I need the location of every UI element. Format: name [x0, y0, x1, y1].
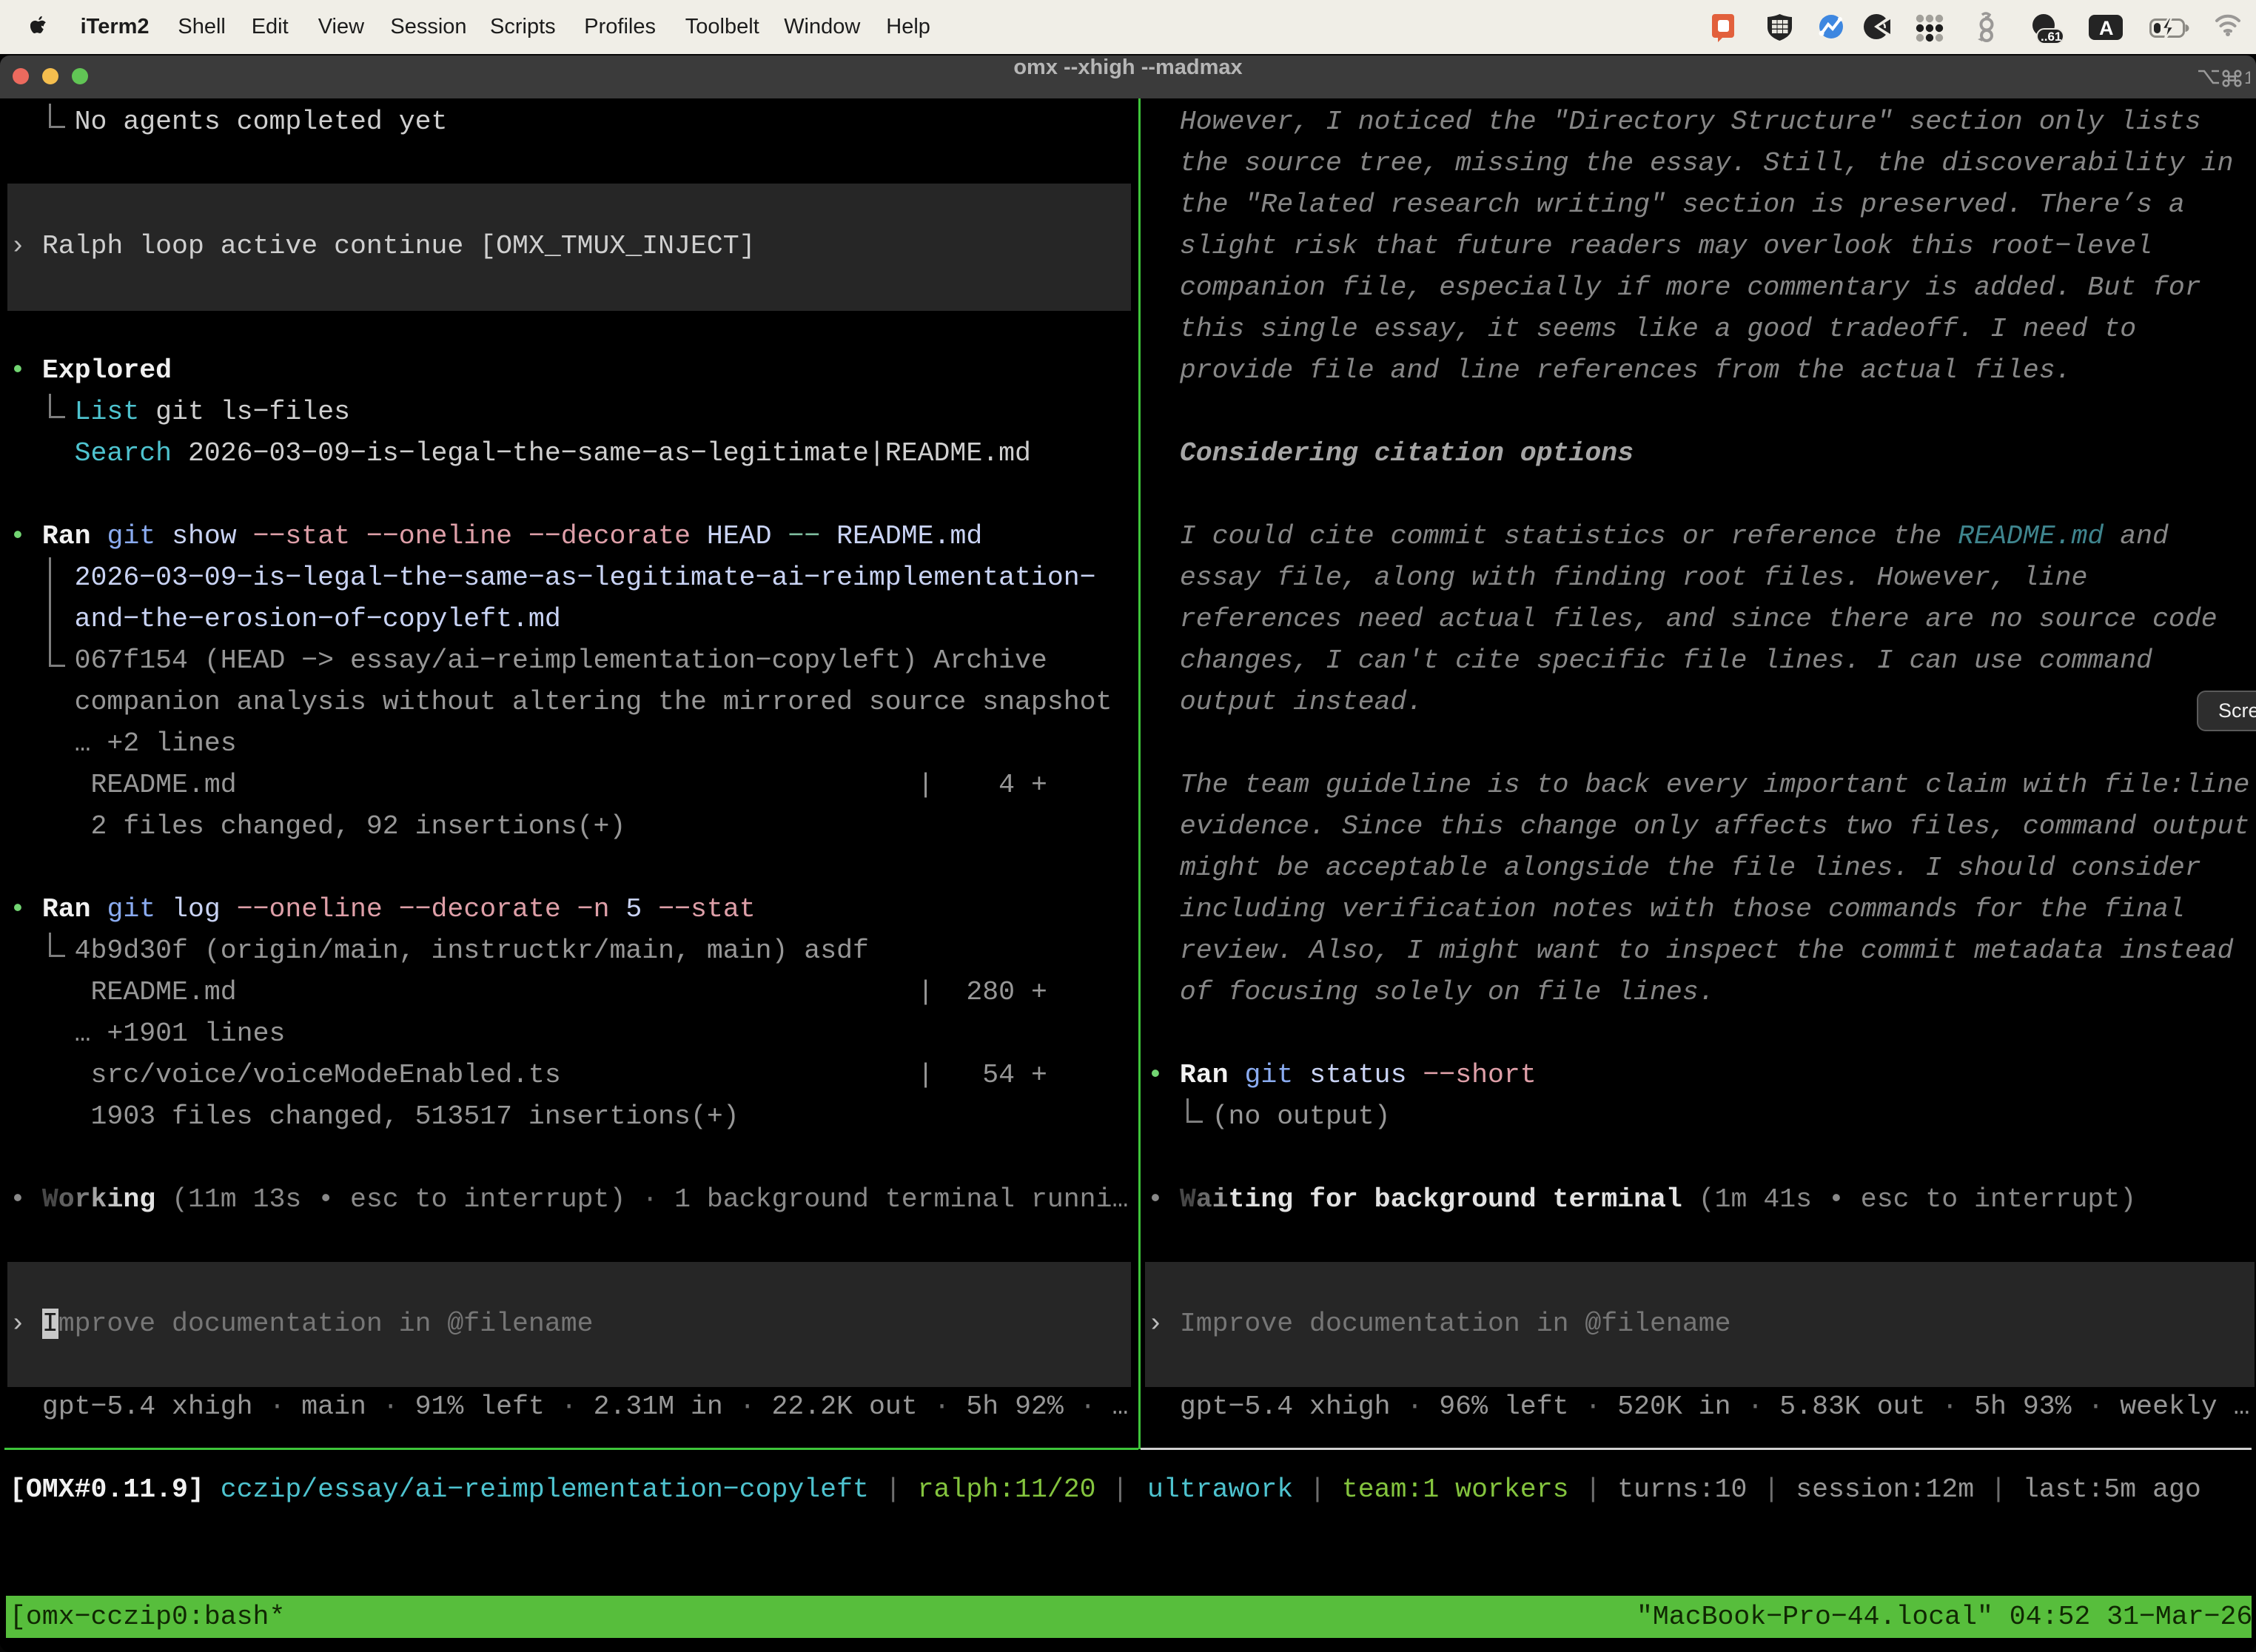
svg-text:A: A: [2099, 17, 2114, 39]
svg-text:1: 1: [2244, 68, 2250, 88]
svg-text:..61: ..61: [2041, 30, 2061, 44]
